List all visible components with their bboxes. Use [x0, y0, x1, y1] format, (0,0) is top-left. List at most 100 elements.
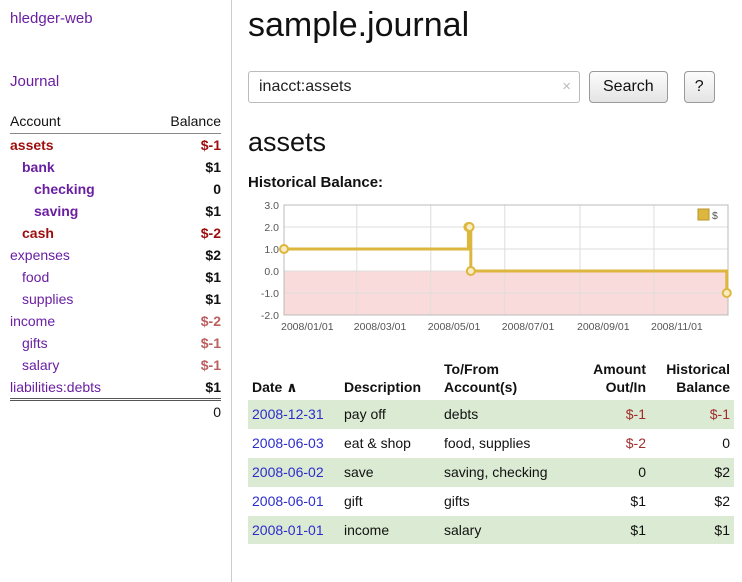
account-row: cash $-2 — [10, 222, 221, 244]
transaction-amount: 0 — [572, 458, 650, 487]
account-link[interactable]: supplies — [22, 291, 73, 307]
search-button[interactable]: Search — [589, 71, 668, 103]
account-balance: $-1 — [146, 134, 221, 157]
transaction-date-link[interactable]: 2008-06-01 — [252, 493, 324, 509]
account-row: saving$1 — [10, 200, 221, 222]
register-header-date[interactable]: Date ∧ — [248, 359, 340, 400]
transaction-amount: $-1 — [572, 400, 650, 429]
account-balance: $-2 — [146, 310, 221, 332]
register-header-balance: HistoricalBalance — [650, 359, 734, 400]
account-link[interactable]: saving — [34, 203, 78, 219]
account-row: salary$-1 — [10, 354, 221, 376]
accounts-header-row: Account Balance — [10, 110, 221, 134]
account-link[interactable]: checking — [34, 181, 95, 197]
account-link[interactable]: gifts — [22, 335, 48, 351]
transaction-date-cell: 2008-06-03 — [248, 429, 340, 458]
app-window: hledger-web Journal Account Balance asse… — [0, 0, 742, 582]
account-link[interactable]: liabilities:debts — [10, 379, 101, 395]
transaction-date-link[interactable]: 2008-12-31 — [252, 406, 324, 422]
transaction-accounts: salary — [440, 516, 572, 545]
accounts-header-account: Account — [10, 110, 146, 134]
account-link[interactable]: salary — [22, 357, 59, 373]
svg-text:2008/03/01: 2008/03/01 — [354, 321, 407, 333]
register-row: 2008-12-31pay offdebts$-1$-1 — [248, 400, 734, 429]
transaction-amount: $-2 — [572, 429, 650, 458]
search-box: × — [248, 71, 580, 103]
balance-chart-svg: 3.02.01.00.0-1.0-2.02008/01/012008/03/01… — [248, 197, 734, 349]
register-header-description: Description — [340, 359, 440, 400]
journal-link[interactable]: Journal — [10, 73, 221, 90]
search-row: × Search ? — [248, 71, 734, 103]
account-heading: assets — [248, 127, 734, 158]
account-row: gifts $-1 — [10, 332, 221, 354]
svg-text:-2.0: -2.0 — [261, 310, 279, 322]
sidebar: hledger-web Journal Account Balance asse… — [0, 0, 232, 582]
transaction-date-cell: 2008-01-01 — [248, 516, 340, 545]
clear-search-icon[interactable]: × — [562, 78, 571, 95]
transaction-date-cell: 2008-06-02 — [248, 458, 340, 487]
account-balance: 0 — [146, 178, 221, 200]
accounts-header-balance: Balance — [146, 110, 221, 134]
accounts-total-value: 0 — [146, 400, 221, 424]
svg-text:2008/11/01: 2008/11/01 — [651, 321, 703, 333]
account-row: assets $-1 — [10, 134, 221, 157]
transaction-description: pay off — [340, 400, 440, 429]
transaction-date-cell: 2008-12-31 — [248, 400, 340, 429]
historical-balance-chart: 3.02.01.00.0-1.0-2.02008/01/012008/03/01… — [248, 197, 734, 349]
transaction-balance: $1 — [650, 516, 734, 545]
svg-text:0.0: 0.0 — [264, 266, 279, 278]
search-input[interactable] — [248, 71, 580, 103]
sort-asc-icon: ∧ — [282, 379, 297, 395]
account-link[interactable]: cash — [22, 225, 54, 241]
app-title-link[interactable]: hledger-web — [10, 10, 221, 27]
account-row: checking 0 — [10, 178, 221, 200]
account-balance: $1 — [146, 376, 221, 400]
transaction-description: income — [340, 516, 440, 545]
svg-text:-1.0: -1.0 — [261, 288, 279, 300]
svg-text:1.0: 1.0 — [264, 244, 279, 256]
accounts-total-row: 0 — [10, 400, 221, 424]
transaction-date-link[interactable]: 2008-06-03 — [252, 435, 324, 451]
account-link[interactable]: assets — [10, 137, 54, 153]
help-button[interactable]: ? — [684, 71, 715, 103]
transaction-amount: $1 — [572, 516, 650, 545]
account-row: expenses $2 — [10, 244, 221, 266]
account-row: bank $1 — [10, 156, 221, 178]
register-header-accounts: To/FromAccount(s) — [440, 359, 572, 400]
transaction-amount: $1 — [572, 487, 650, 516]
transaction-description: eat & shop — [340, 429, 440, 458]
page-title: sample.journal — [248, 6, 734, 45]
transaction-accounts: food, supplies — [440, 429, 572, 458]
account-link[interactable]: food — [22, 269, 49, 285]
transaction-date-link[interactable]: 2008-01-01 — [252, 522, 324, 538]
transaction-description: gift — [340, 487, 440, 516]
transaction-description: save — [340, 458, 440, 487]
account-balance: $-1 — [146, 332, 221, 354]
transaction-balance: $2 — [650, 458, 734, 487]
transaction-accounts: gifts — [440, 487, 572, 516]
account-balance: $1 — [146, 156, 221, 178]
register-header-row: Date ∧DescriptionTo/FromAccount(s)Amount… — [248, 359, 734, 400]
account-balance: $-2 — [146, 222, 221, 244]
register-table: Date ∧DescriptionTo/FromAccount(s)Amount… — [248, 359, 734, 544]
svg-text:$: $ — [712, 210, 718, 222]
transaction-accounts: debts — [440, 400, 572, 429]
register-header-amount: AmountOut/In — [572, 359, 650, 400]
register-row: 2008-01-01incomesalary$1$1 — [248, 516, 734, 545]
account-link[interactable]: income — [10, 313, 55, 329]
account-link[interactable]: bank — [22, 159, 55, 175]
account-balance: $1 — [146, 266, 221, 288]
svg-text:2008/07/01: 2008/07/01 — [502, 321, 555, 333]
account-row: liabilities:debts $1 — [10, 376, 221, 400]
transaction-balance: $2 — [650, 487, 734, 516]
transaction-balance: $-1 — [650, 400, 734, 429]
account-row: food $1 — [10, 266, 221, 288]
svg-text:2.0: 2.0 — [264, 222, 279, 234]
transaction-date-link[interactable]: 2008-06-02 — [252, 464, 324, 480]
account-link[interactable]: expenses — [10, 247, 70, 263]
account-row: supplies $1 — [10, 288, 221, 310]
account-balance: $1 — [146, 288, 221, 310]
account-balance: $2 — [146, 244, 221, 266]
transaction-accounts: saving, checking — [440, 458, 572, 487]
svg-text:2008/09/01: 2008/09/01 — [577, 321, 630, 333]
